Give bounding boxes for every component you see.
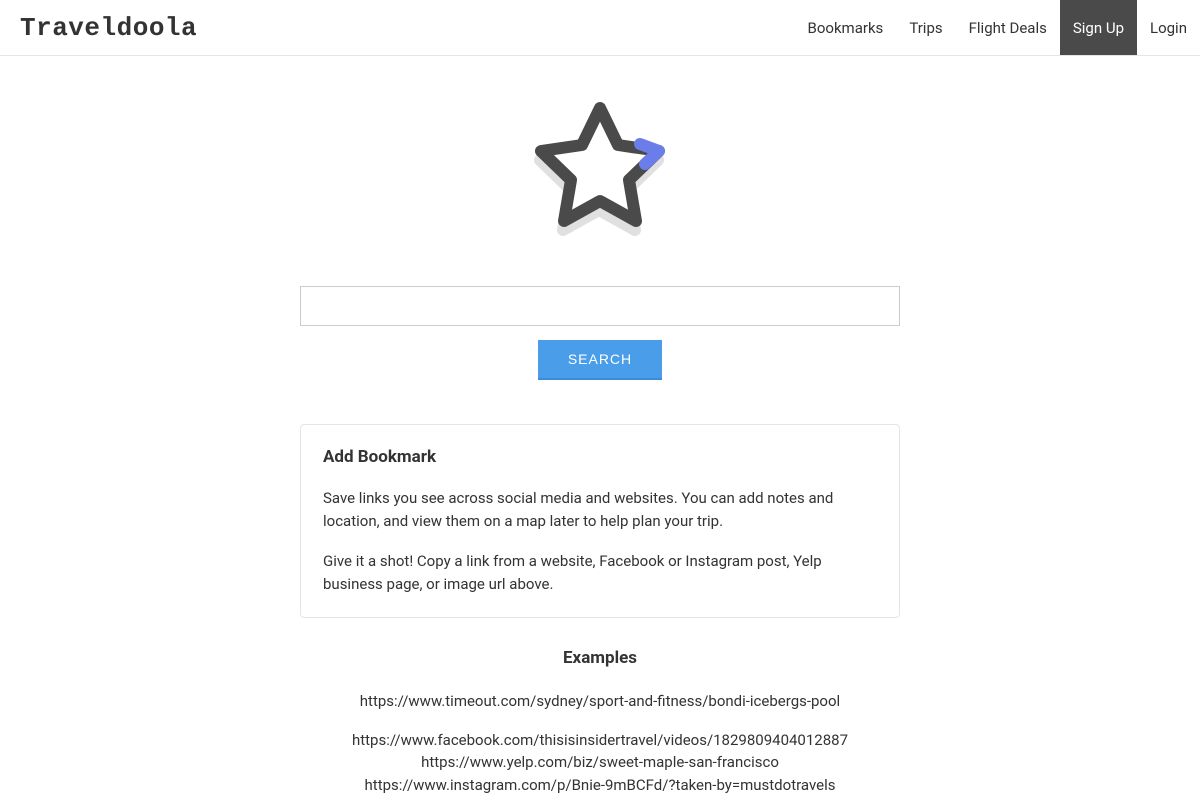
nav-trips[interactable]: Trips	[896, 0, 955, 55]
example-link[interactable]: https://www.instagram.com/p/Bnie-9mBCFd/…	[300, 774, 900, 797]
star-icon	[520, 96, 680, 256]
examples-title: Examples	[300, 648, 900, 668]
header: Traveldoola Bookmarks Trips Flight Deals…	[0, 0, 1200, 56]
card-paragraph-1: Save links you see across social media a…	[323, 487, 877, 532]
nav-flight-deals[interactable]: Flight Deals	[956, 0, 1060, 55]
logo[interactable]: Traveldoola	[20, 13, 197, 43]
nav-login[interactable]: Login	[1137, 0, 1200, 55]
nav-bookmarks[interactable]: Bookmarks	[795, 0, 897, 55]
search-button[interactable]: SEARCH	[538, 340, 662, 380]
example-link[interactable]: https://www.facebook.com/thisisinsidertr…	[300, 729, 900, 752]
card-paragraph-2: Give it a shot! Copy a link from a websi…	[323, 550, 877, 595]
main-content: SEARCH Add Bookmark Save links you see a…	[300, 56, 900, 796]
example-link[interactable]: https://www.yelp.com/biz/sweet-maple-san…	[300, 751, 900, 774]
card-title: Add Bookmark	[323, 447, 877, 467]
example-link[interactable]: https://www.timeout.com/sydney/sport-and…	[300, 690, 900, 713]
examples-list: https://www.timeout.com/sydney/sport-and…	[300, 690, 900, 796]
search-input[interactable]	[300, 286, 900, 326]
add-bookmark-card: Add Bookmark Save links you see across s…	[300, 424, 900, 618]
nav-sign-up[interactable]: Sign Up	[1060, 0, 1137, 55]
main-nav: Bookmarks Trips Flight Deals Sign Up Log…	[795, 0, 1200, 55]
